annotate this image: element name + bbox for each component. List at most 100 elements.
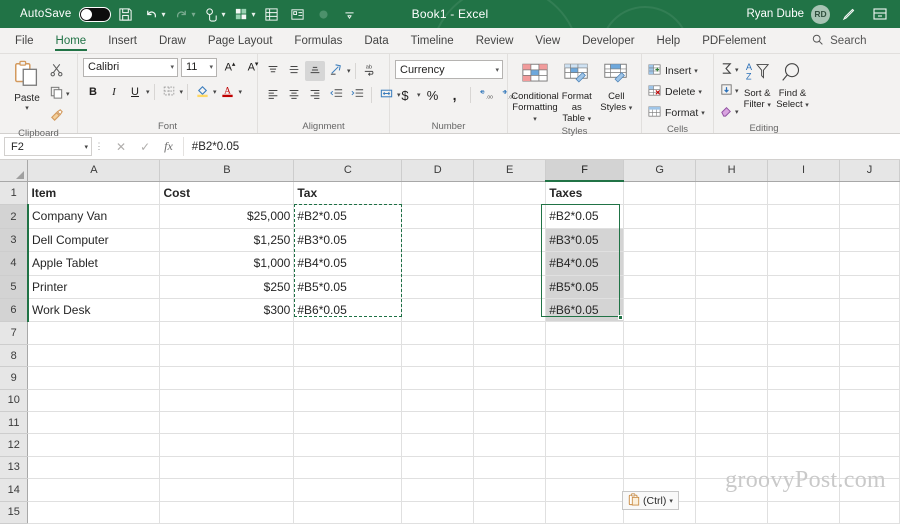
borders-button[interactable] [159,82,179,102]
cell-d14[interactable] [401,478,475,502]
cell-e9[interactable] [473,366,547,390]
copy-button[interactable]: ▾ [49,83,70,104]
cell-j5[interactable] [839,275,900,300]
cell-b5[interactable]: $250 [159,275,295,300]
row-header-4[interactable]: 4 [0,251,29,276]
cell-i9[interactable] [767,366,840,390]
paste-button[interactable]: Paste ▾ [5,57,49,112]
cell-h13[interactable] [695,456,769,480]
ribbon-tab-bar[interactable]: File Home Insert Draw Page Layout Formul… [0,28,900,54]
row-header-10[interactable]: 10 [0,389,29,413]
row-header-3[interactable]: 3 [0,228,29,253]
cell-f14[interactable] [545,478,625,502]
cell-h8[interactable] [695,344,769,368]
clear-button[interactable]: ▾ [719,102,739,122]
tab-developer[interactable]: Developer [571,28,645,53]
cell-a13[interactable] [27,456,161,480]
record-macro-icon[interactable] [312,2,336,26]
row-header-1[interactable]: 1 [0,181,29,206]
cell-i6[interactable] [767,298,840,323]
cell-b11[interactable] [159,411,295,435]
cell-i8[interactable] [767,344,840,368]
cell-c15[interactable] [293,501,403,524]
form-tool-icon[interactable] [286,2,310,26]
cell-f10[interactable] [545,389,625,413]
number-format-combo[interactable]: Currency ▾ [395,60,503,79]
cell-g7[interactable] [623,321,697,345]
cell-g10[interactable] [623,389,697,413]
column-header-h[interactable]: H [695,160,769,182]
cell-f15[interactable] [545,501,625,524]
align-top-button[interactable] [263,61,283,81]
cell-j8[interactable] [839,344,900,368]
cell-g3[interactable] [623,228,697,253]
cell-i13[interactable] [767,456,840,480]
borders-caret-icon[interactable]: ▾ [180,88,184,96]
align-center-button[interactable] [284,85,304,105]
clear-caret-icon[interactable]: ▾ [735,108,739,116]
tab-formulas[interactable]: Formulas [283,28,353,53]
align-right-button[interactable] [305,85,325,105]
cell-g5[interactable] [623,275,697,300]
ribbon-display-options-icon[interactable] [868,2,892,26]
delete-cells-caret-icon[interactable]: ▾ [698,88,702,96]
cell-c3[interactable]: #B3*0.05 [293,228,403,253]
cell-a15[interactable] [27,501,161,524]
cell-f6[interactable]: #B6*0.05 [545,298,625,323]
cell-e6[interactable] [473,298,547,323]
autosum-button[interactable]: ▾ [719,60,739,80]
column-header-i[interactable]: I [767,160,840,182]
cell-d2[interactable] [401,204,475,229]
cell-b15[interactable] [159,501,295,524]
cell-b6[interactable]: $300 [159,298,295,323]
format-painter-button[interactable] [49,106,70,127]
cell-g12[interactable] [623,433,697,457]
row-header-2[interactable]: 2 [0,204,29,229]
column-header-e[interactable]: E [473,160,547,182]
cell-h12[interactable] [695,433,769,457]
tab-timeline[interactable]: Timeline [400,28,465,53]
ink-pen-icon[interactable] [837,2,861,26]
insert-cells-button[interactable]: Insert ▾ [647,60,698,81]
cell-j11[interactable] [839,411,900,435]
cell-c7[interactable] [293,321,403,345]
cell-g6[interactable] [623,298,697,323]
column-header-d[interactable]: D [401,160,475,182]
cell-styles-button[interactable]: Cell Styles ▾ [597,62,637,114]
cell-i12[interactable] [767,433,840,457]
font-color-caret-icon[interactable]: ▾ [239,88,243,96]
cell-b8[interactable] [159,344,295,368]
cell-g9[interactable] [623,366,697,390]
cell-i1[interactable] [767,181,840,206]
accounting-format-button[interactable]: $ [395,85,415,105]
cell-h7[interactable] [695,321,769,345]
cell-h14[interactable] [695,478,769,502]
touch-mode-caret-icon[interactable]: ▾ [222,10,226,19]
search-box[interactable]: Search [801,28,876,53]
column-header-c[interactable]: C [293,160,403,182]
font-size-caret-icon[interactable]: ▾ [209,63,213,71]
column-header-g[interactable]: G [623,160,697,182]
insert-cells-caret-icon[interactable]: ▾ [694,67,698,75]
customize-qat-icon[interactable] [338,2,362,26]
cell-d1[interactable] [401,181,475,206]
cell-f13[interactable] [545,456,625,480]
cell-i3[interactable] [767,228,840,253]
row-header-14[interactable]: 14 [0,478,29,502]
cell-b13[interactable] [159,456,295,480]
cell-j13[interactable] [839,456,900,480]
cell-a12[interactable] [27,433,161,457]
row-header-9[interactable]: 9 [0,366,29,390]
cell-h10[interactable] [695,389,769,413]
name-box-caret-icon[interactable]: ▾ [84,143,88,151]
cell-b4[interactable]: $1,000 [159,251,295,276]
cell-b3[interactable]: $1,250 [159,228,295,253]
cell-f11[interactable] [545,411,625,435]
row-header-15[interactable]: 15 [0,501,29,524]
cell-i15[interactable] [767,501,840,524]
formula-bar-grip[interactable]: ⋮ [92,141,106,152]
cell-a2[interactable]: Company Van [27,204,161,229]
format-cells-caret-icon[interactable]: ▾ [701,109,705,117]
cell-h3[interactable] [695,228,769,253]
orientation-button[interactable] [326,61,346,81]
